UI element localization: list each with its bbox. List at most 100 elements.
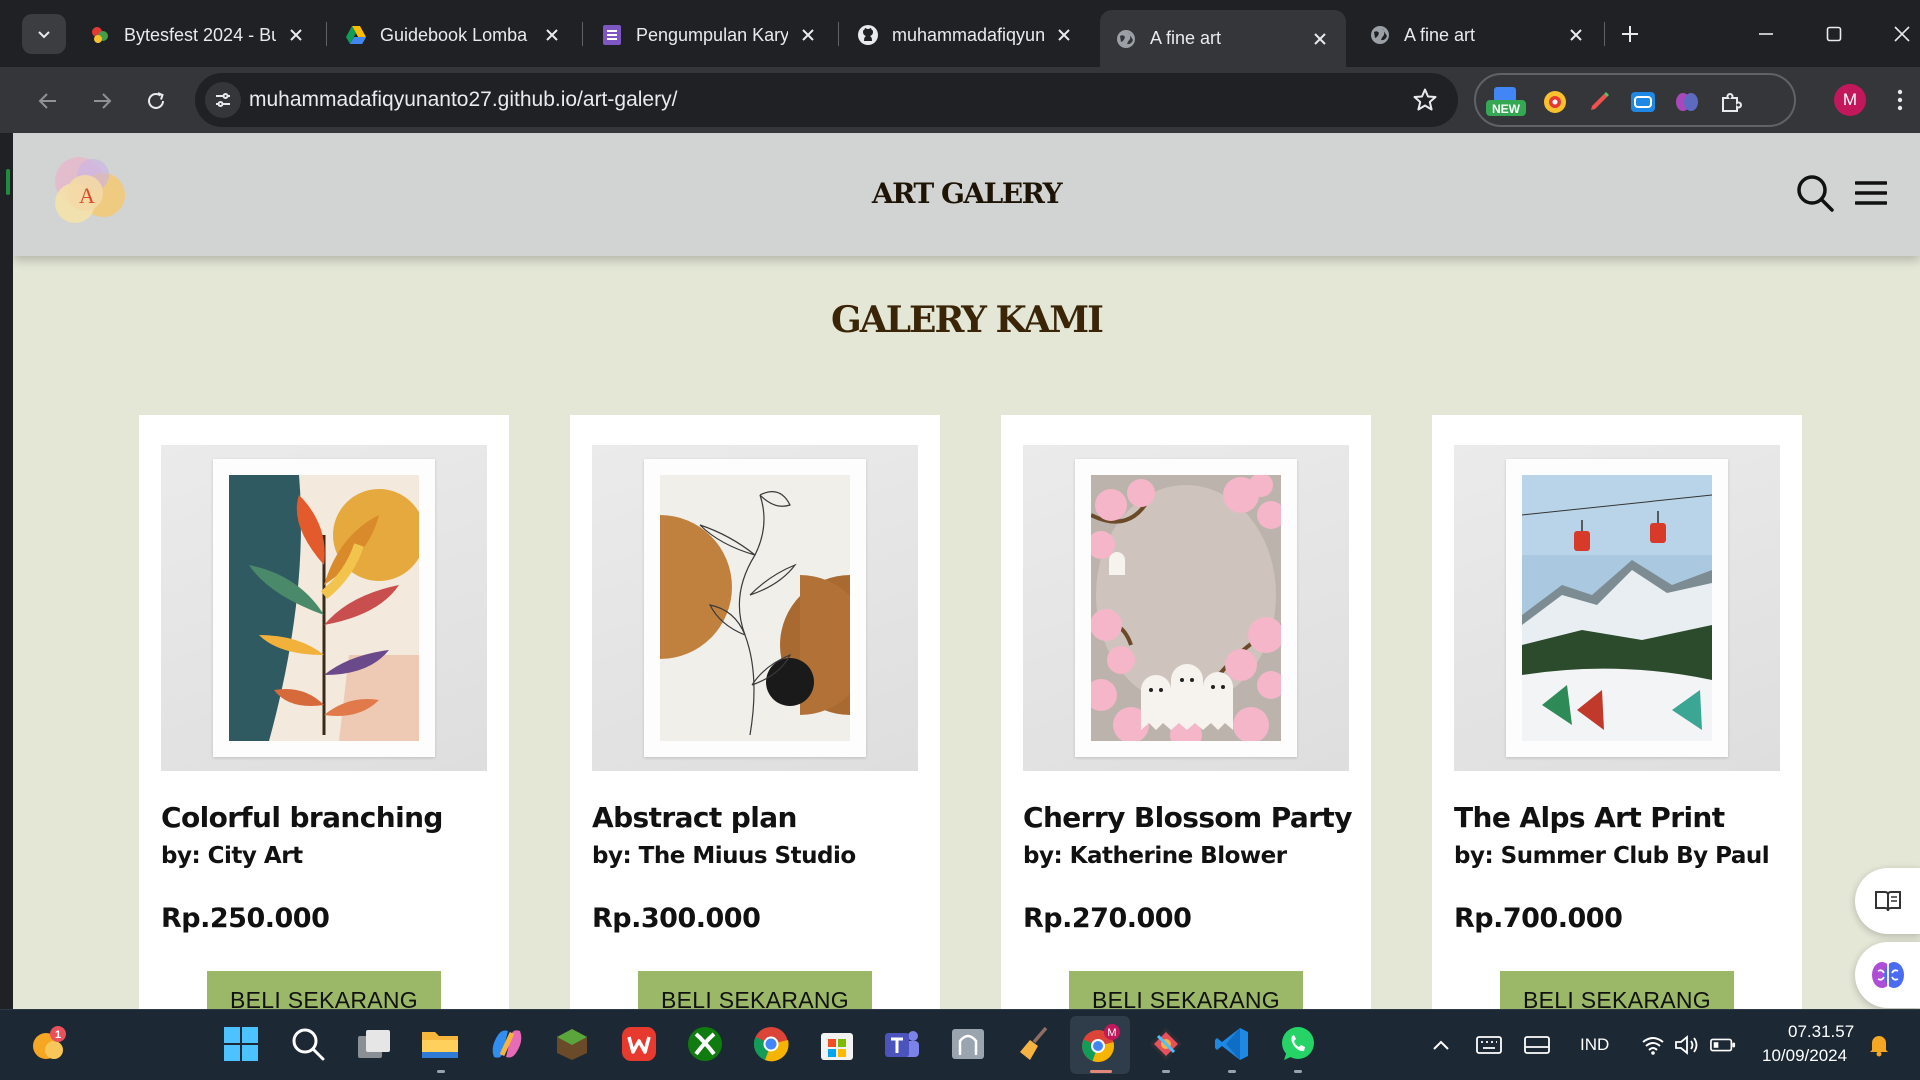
close-icon[interactable] [1308,27,1332,51]
teams-icon[interactable] [882,1024,922,1064]
bookmark-star-icon[interactable] [1412,87,1438,113]
artwork-image[interactable] [1023,445,1349,771]
chrome-taskbar-icon[interactable] [751,1024,791,1064]
tab-title: A fine art [1150,28,1222,48]
active-indicator [1090,1070,1112,1073]
copilot-icon[interactable] [487,1024,527,1064]
wifi-icon[interactable] [1640,1032,1666,1058]
artwork-card: Abstract plan by: The Miuus Studio Rp.30… [570,415,940,1009]
site-header: A ART GALERY [13,133,1920,256]
hamburger-menu-icon [1855,181,1887,205]
minecraft-icon[interactable] [552,1024,592,1064]
close-icon[interactable] [1052,23,1076,47]
tab-pengumpulan[interactable]: Pengumpulan Kary [586,12,834,58]
tab-bytesfest[interactable]: Bytesfest 2024 - Bu [74,12,322,58]
close-icon[interactable] [1564,23,1588,47]
minimize-button[interactable] [1746,14,1786,54]
profile-avatar[interactable]: M [1834,84,1866,116]
running-indicator [1162,1070,1170,1073]
clock-time[interactable]: 07.31.57 [1788,1022,1854,1042]
photos-app-icon[interactable] [948,1024,988,1064]
running-indicator [1294,1070,1302,1073]
colorful-branching-painting [229,475,419,741]
artwork-image[interactable] [1454,445,1780,771]
volume-icon[interactable] [1674,1032,1700,1058]
tab-guidebook[interactable]: Guidebook Lomba [330,12,578,58]
search-button[interactable] [1793,171,1837,215]
tab-a-fine-art[interactable]: A fine art [1354,12,1602,58]
tab-title: A fine art [1404,24,1476,45]
brain-icon [1872,962,1904,988]
url-text: muhammadafiqyunanto27.github.io/art-gale… [249,88,678,111]
forward-button[interactable] [82,81,122,121]
language-indicator[interactable]: IND [1580,1035,1609,1055]
artwork-image[interactable] [592,445,918,771]
puzzle-extensions-icon[interactable] [1716,87,1746,117]
file-explorer-icon[interactable] [420,1024,460,1064]
running-indicator [437,1070,445,1073]
artwork-image[interactable] [161,445,487,771]
windows-taskbar: 1 M IND 07.31.57 10/09/2024 [0,1009,1920,1080]
clock-date[interactable]: 10/09/2024 [1762,1046,1847,1066]
buy-now-button[interactable]: BELI SEKARANG [1500,971,1734,1009]
artwork-title: The Alps Art Print [1454,801,1725,834]
search-taskbar-icon[interactable] [288,1024,328,1064]
tablet-mode-icon[interactable] [1524,1032,1550,1058]
buy-now-button[interactable]: BELI SEKARANG [1069,971,1303,1009]
artwork-card: Colorful branching by: City Art Rp.250.0… [139,415,509,1009]
reload-button[interactable] [136,81,176,121]
wps-office-icon[interactable] [619,1024,659,1064]
tab-github[interactable]: muhammadafiqyun [842,12,1090,58]
chrome-profile-taskbar-icon[interactable]: M [1080,1024,1120,1064]
tab-a-fine-art-active[interactable]: A fine art [1100,10,1346,67]
maximize-icon [1826,26,1842,42]
weather-widget-icon[interactable]: 1 [28,1024,68,1064]
notification-bell-icon[interactable] [1866,1032,1892,1058]
tab-separator [582,22,583,46]
new-tab-button[interactable] [1612,18,1648,50]
close-icon[interactable] [796,23,820,47]
artwork-price: Rp.250.000 [161,903,330,934]
battery-icon[interactable] [1710,1032,1736,1058]
buy-now-button[interactable]: BELI SEKARANG [207,971,441,1009]
close-window-button[interactable] [1882,14,1920,54]
active-indicator [6,169,10,195]
translate-extension-icon[interactable] [1628,87,1658,117]
vscode-icon[interactable] [1212,1024,1252,1064]
google-forms-icon [600,23,624,47]
address-bar[interactable]: muhammadafiqyunanto27.github.io/art-gale… [195,73,1458,127]
keyboard-icon[interactable] [1476,1032,1502,1058]
git-tool-icon[interactable] [1146,1024,1186,1064]
section-title: GALERY KAMI [831,299,1104,341]
tab-title: muhammadafiqyun [892,24,1044,45]
buy-now-button[interactable]: BELI SEKARANG [638,971,872,1009]
windows-start-icon[interactable] [221,1024,261,1064]
microsoft-store-icon[interactable] [817,1024,857,1064]
close-icon[interactable] [540,23,564,47]
site-settings-icon[interactable] [205,82,241,118]
tab-search-button[interactable] [22,14,66,54]
artwork-artist: by: The Miuus Studio [592,843,856,869]
maximize-button[interactable] [1814,14,1854,54]
brain-extension-icon[interactable] [1672,87,1702,117]
menu-button[interactable] [1849,171,1893,215]
ai-assistant-button[interactable] [1855,942,1920,1008]
xbox-icon[interactable] [685,1024,725,1064]
browser-menu-icon[interactable] [1890,87,1910,113]
drive-new-extension-icon[interactable]: NEW [1486,87,1526,117]
back-button[interactable] [28,81,68,121]
pen-extension-icon[interactable] [1584,87,1614,117]
close-icon[interactable] [284,23,308,47]
reading-mode-button[interactable] [1855,868,1920,934]
task-view-icon[interactable] [354,1024,394,1064]
minimize-icon [1759,33,1773,35]
tab-separator [1604,22,1605,46]
chevron-up-icon[interactable] [1428,1032,1454,1058]
color-picker-extension-icon[interactable] [1540,87,1570,117]
abstract-plan-painting [660,475,850,741]
site-title: ART GALERY [871,177,1063,210]
cleaner-broom-icon[interactable] [1014,1024,1054,1064]
whatsapp-icon[interactable] [1278,1024,1318,1064]
chevron-down-icon [38,31,50,39]
tab-title: Bytesfest 2024 - Bu [124,24,276,45]
